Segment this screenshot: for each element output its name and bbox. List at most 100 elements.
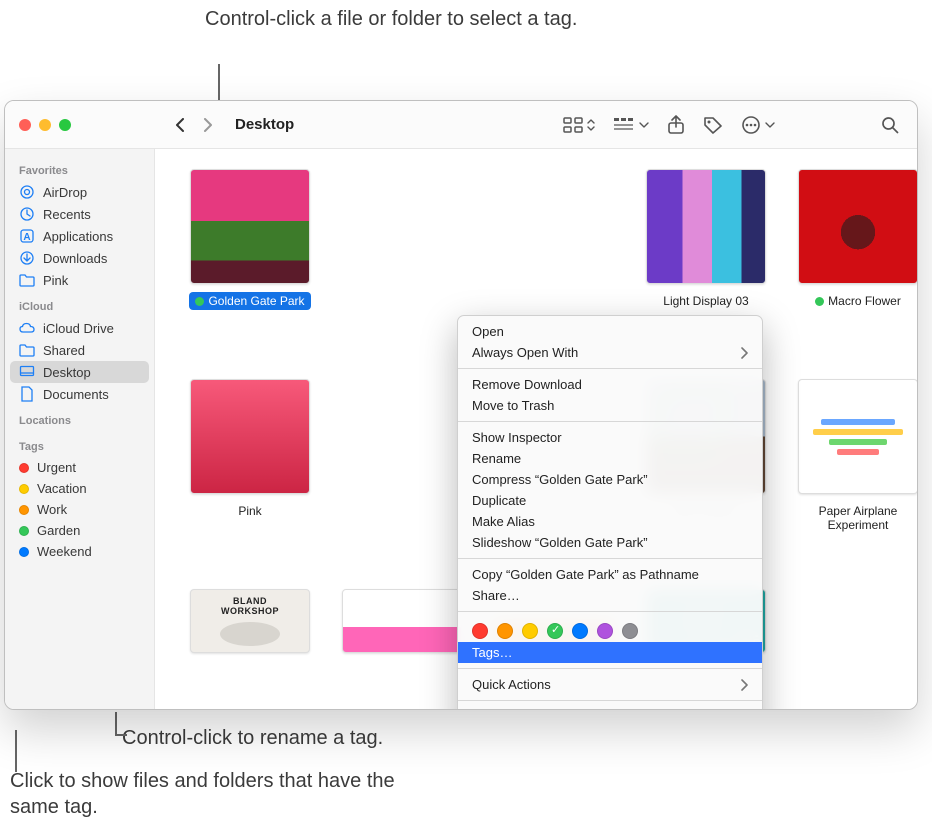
shared-folder-icon — [19, 342, 35, 358]
tag-color-swatch[interactable] — [572, 623, 588, 639]
back-button[interactable] — [167, 112, 193, 138]
sidebar-item-airdrop[interactable]: AirDrop — [5, 181, 154, 203]
tag-color-swatch[interactable] — [547, 623, 563, 639]
sidebar-header-favorites: Favorites — [5, 155, 154, 181]
sidebar-item-shared[interactable]: Shared — [5, 339, 154, 361]
context-menu-item[interactable]: Share… — [458, 585, 762, 606]
context-menu-item[interactable]: Compress “Golden Gate Park” — [458, 469, 762, 490]
tag-color-swatch[interactable] — [472, 623, 488, 639]
sidebar-item-label: Documents — [43, 387, 109, 402]
window-toolbar: Desktop — [5, 101, 917, 149]
minimize-button[interactable] — [39, 119, 51, 131]
sidebar-item-label: Applications — [43, 229, 113, 244]
context-menu-separator — [458, 700, 762, 701]
context-menu-tag-colors — [458, 617, 762, 642]
tag-color-swatch[interactable] — [497, 623, 513, 639]
downloads-icon — [19, 250, 35, 266]
view-mode-button[interactable] — [563, 117, 595, 133]
sidebar-tag-vacation[interactable]: Vacation — [5, 478, 154, 499]
context-menu-item[interactable]: Make Alias — [458, 511, 762, 532]
context-menu-item-label: Copy “Golden Gate Park” as Pathname — [472, 567, 699, 582]
tag-color-swatch[interactable] — [597, 623, 613, 639]
context-menu-item-label: Open — [472, 324, 504, 339]
sidebar-item-desktop[interactable]: Desktop — [10, 361, 149, 383]
sidebar-item-label: Downloads — [43, 251, 107, 266]
sidebar-item-label: Weekend — [37, 544, 92, 559]
context-menu-item[interactable]: Tags… — [458, 642, 762, 663]
file-golden-gate-park[interactable]: Golden Gate Park — [175, 169, 325, 369]
callout-mid-line2 — [115, 734, 127, 736]
document-icon — [19, 386, 35, 402]
callout-bottom: Click to show files and folders that hav… — [10, 768, 440, 820]
sidebar-tag-work[interactable]: Work — [5, 499, 154, 520]
forward-button[interactable] — [195, 112, 221, 138]
callout-mid: Control-click to rename a tag. — [122, 725, 383, 751]
context-menu-item-label: Tags… — [472, 645, 512, 660]
context-menu-item[interactable]: Set Desktop Picture — [458, 706, 762, 709]
context-menu-item[interactable]: Always Open With — [458, 342, 762, 363]
file-paper-airplane[interactable]: Paper Airplane Experiment — [783, 379, 917, 579]
sidebar: Favorites AirDrop Recents A Applications… — [5, 149, 155, 709]
sidebar-item-documents[interactable]: Documents — [5, 383, 154, 405]
sidebar-item-label: AirDrop — [43, 185, 87, 200]
file-tag-dot — [195, 297, 204, 306]
close-button[interactable] — [19, 119, 31, 131]
tag-color-swatch[interactable] — [622, 623, 638, 639]
context-menu-item[interactable]: Duplicate — [458, 490, 762, 511]
tag-dot-green — [19, 526, 29, 536]
tag-color-swatch[interactable] — [522, 623, 538, 639]
sidebar-tag-garden[interactable]: Garden — [5, 520, 154, 541]
context-menu-item[interactable]: Show Inspector — [458, 427, 762, 448]
context-menu-item-label: Rename — [472, 451, 521, 466]
sidebar-item-label: Recents — [43, 207, 91, 222]
context-menu-item-label: Show Inspector — [472, 430, 562, 445]
chevron-right-icon — [740, 347, 748, 359]
callout-bottom-line — [15, 730, 17, 772]
file-thumbnail — [798, 169, 917, 284]
sidebar-item-recents[interactable]: Recents — [5, 203, 154, 225]
sidebar-tag-weekend[interactable]: Weekend — [5, 541, 154, 562]
context-menu-separator — [458, 421, 762, 422]
file-bland-workshop[interactable]: BLANDWORKSHOP — [175, 589, 325, 709]
file-pink[interactable]: Pink — [175, 379, 325, 579]
file-hidden — [327, 169, 477, 369]
group-by-button[interactable] — [613, 117, 649, 133]
file-hidden — [327, 379, 477, 579]
context-menu-item[interactable]: Move to Trash — [458, 395, 762, 416]
context-menu-item-label: Remove Download — [472, 377, 582, 392]
sidebar-item-downloads[interactable]: Downloads — [5, 247, 154, 269]
share-button[interactable] — [667, 115, 685, 135]
finder-window: Desktop — [4, 100, 918, 710]
context-menu-item[interactable]: Slideshow “Golden Gate Park” — [458, 532, 762, 553]
context-menu: Open Always Open With Remove Download Move … — [457, 315, 763, 709]
sidebar-item-pink[interactable]: Pink — [5, 269, 154, 291]
file-thumbnail — [798, 379, 917, 494]
file-tag-dot — [815, 297, 824, 306]
more-options-button[interactable] — [741, 115, 775, 135]
context-menu-item[interactable]: Quick Actions — [458, 674, 762, 695]
file-label: Paper Airplane Experiment — [804, 504, 912, 532]
airdrop-icon — [19, 184, 35, 200]
window-controls — [5, 119, 87, 131]
file-poster-pink[interactable] — [327, 589, 477, 709]
callout-mid-line — [115, 712, 117, 734]
file-macro-flower[interactable]: Macro Flower — [783, 169, 917, 369]
sidebar-header-locations: Locations — [5, 405, 154, 431]
sidebar-item-label: Urgent — [37, 460, 76, 475]
file-thumbnail: BLANDWORKSHOP — [190, 589, 310, 653]
context-menu-item-label: Quick Actions — [472, 677, 551, 692]
tag-dot-orange — [19, 505, 29, 515]
desktop-icon — [19, 364, 35, 380]
chevron-right-icon — [740, 679, 748, 691]
context-menu-item[interactable]: Copy “Golden Gate Park” as Pathname — [458, 564, 762, 585]
sidebar-item-applications[interactable]: A Applications — [5, 225, 154, 247]
tag-dot-yellow — [19, 484, 29, 494]
sidebar-tag-urgent[interactable]: Urgent — [5, 457, 154, 478]
search-button[interactable] — [881, 116, 899, 134]
tags-button[interactable] — [703, 116, 723, 134]
context-menu-item[interactable]: Remove Download — [458, 374, 762, 395]
context-menu-item[interactable]: Rename — [458, 448, 762, 469]
maximize-button[interactable] — [59, 119, 71, 131]
context-menu-item[interactable]: Open — [458, 321, 762, 342]
sidebar-item-icloud-drive[interactable]: iCloud Drive — [5, 317, 154, 339]
